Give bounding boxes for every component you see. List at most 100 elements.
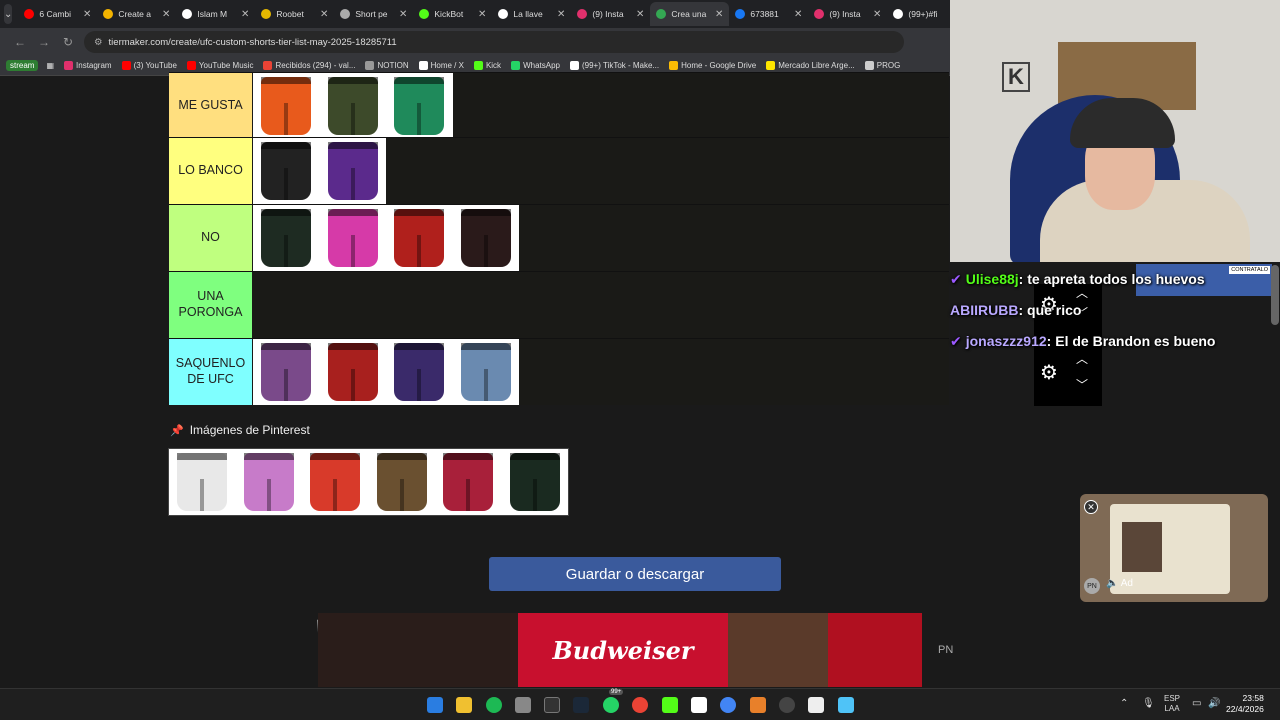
epic-games-icon[interactable] [544, 697, 560, 713]
app-icon[interactable] [750, 697, 766, 713]
browser-tab[interactable]: (9) Insta ✕ [808, 2, 887, 26]
site-info-icon[interactable]: ⚙ [94, 37, 103, 48]
chat-username[interactable]: Ulise88j [966, 271, 1019, 287]
white-red-short[interactable] [302, 449, 369, 515]
red-gold-short[interactable] [319, 339, 386, 405]
tier-label[interactable]: SAQUENLO DE UFC [169, 339, 252, 405]
kick-icon[interactable] [662, 697, 678, 713]
tier-row: NO [169, 204, 949, 271]
red-black-short[interactable] [435, 449, 502, 515]
browser-tab[interactable]: 673881 ✕ [729, 2, 808, 26]
browser-tab[interactable]: KickBot ✕ [413, 2, 492, 26]
blue-red-short[interactable] [452, 339, 519, 405]
start-icon[interactable] [427, 697, 443, 713]
save-download-button[interactable]: Guardar o descargar [489, 557, 781, 591]
ad-banner[interactable]: Budweiser [318, 613, 922, 687]
close-icon[interactable]: ✕ [1084, 500, 1098, 514]
browser-tab[interactable]: Crea una ✕ [650, 2, 730, 26]
browser-tab[interactable]: Short pe ✕ [334, 2, 413, 26]
bookmark-item[interactable]: NOTION [365, 61, 409, 70]
steam-icon[interactable] [573, 697, 589, 713]
tray-chevron-icon[interactable]: ⌃ [1120, 698, 1128, 710]
camo-gold-short[interactable] [368, 449, 435, 515]
purple-short[interactable] [319, 138, 386, 204]
red-short[interactable] [386, 205, 453, 271]
black-green-short[interactable] [501, 449, 568, 515]
bookmark-item[interactable]: Mercado Libre Arge... [766, 61, 855, 70]
bookmark-item[interactable]: YouTube Music [186, 61, 253, 70]
microphone-icon[interactable]: 🎙 [1142, 698, 1155, 710]
black-red-short[interactable] [452, 205, 519, 271]
store-icon[interactable] [515, 697, 531, 713]
apps-grid-icon[interactable]: ▦ [46, 61, 54, 70]
close-icon[interactable]: ✕ [873, 9, 881, 20]
close-icon[interactable]: ✕ [715, 9, 723, 20]
bookmark-item[interactable]: WhatsApp [511, 61, 560, 70]
notion-icon[interactable] [691, 697, 707, 713]
camo-short[interactable] [319, 73, 386, 139]
bookmark-item[interactable]: (99+) TikTok - Make... [569, 61, 659, 70]
close-icon[interactable]: ✕ [83, 9, 91, 20]
volume-icon[interactable]: 🔊 [1208, 698, 1220, 710]
language-indicator[interactable]: ESP LAA [1164, 694, 1180, 713]
tab-label: (9) Insta [592, 9, 624, 19]
floral-short[interactable] [253, 339, 320, 405]
tab-search-button[interactable]: ⌄ [4, 4, 13, 24]
notepad-icon[interactable] [838, 697, 854, 713]
close-icon[interactable]: ✕ [162, 9, 170, 20]
bookmark-item[interactable]: Kick [473, 61, 501, 70]
orange-short[interactable] [253, 73, 320, 139]
close-icon[interactable]: ✕ [478, 9, 486, 20]
bookmark-item[interactable]: Instagram [64, 61, 112, 70]
browser-tab[interactable]: Create a ✕ [97, 2, 176, 26]
black-green-short[interactable] [253, 205, 320, 271]
close-icon[interactable]: ✕ [794, 9, 802, 20]
bookmark-item[interactable]: Recibidos (294) - val... [263, 61, 355, 70]
tier-label[interactable]: LO BANCO [169, 138, 252, 204]
mexico-short[interactable] [386, 339, 453, 405]
region-text: LAA [1164, 703, 1180, 713]
chat-username[interactable]: jonaszzz912 [966, 333, 1047, 349]
chrome-icon[interactable] [632, 697, 648, 713]
bookmark-icon [365, 61, 375, 70]
close-icon[interactable]: ✕ [399, 9, 407, 20]
close-icon[interactable]: ✕ [636, 9, 644, 20]
stream-chip[interactable]: stream [6, 60, 39, 71]
chrome-active-icon[interactable] [720, 697, 736, 713]
url-input[interactable]: ⚙ tiermaker.com/create/ufc-custom-shorts… [84, 31, 904, 53]
browser-tab[interactable]: Roobet ✕ [255, 2, 334, 26]
tier-label[interactable]: UNA PORONGA [169, 272, 252, 338]
chat-message: ABIIRUBB: que rico [950, 302, 1081, 318]
tier-label[interactable]: ME GUSTA [169, 73, 252, 139]
whatsapp-icon[interactable] [603, 697, 619, 713]
close-icon[interactable]: ✕ [557, 9, 565, 20]
reload-icon[interactable]: ↻ [56, 35, 80, 49]
close-icon[interactable]: ✕ [241, 9, 249, 20]
back-icon[interactable]: ← [8, 35, 32, 49]
capcut-icon[interactable] [808, 697, 824, 713]
spotify-icon[interactable] [486, 697, 502, 713]
bookmark-item[interactable]: PROG [864, 61, 900, 70]
black-short[interactable] [253, 138, 320, 204]
chat-separator: : [1046, 333, 1056, 349]
pink-short[interactable] [319, 205, 386, 271]
bookmark-item[interactable]: Home / X [418, 61, 464, 70]
bookmark-item[interactable]: (3) YouTube [121, 61, 177, 70]
white-black-short[interactable] [169, 449, 236, 515]
tier-label[interactable]: NO [169, 205, 252, 271]
bookmark-item[interactable]: Home - Google Drive [669, 61, 756, 70]
close-icon[interactable]: ✕ [320, 9, 328, 20]
forward-icon[interactable]: → [32, 35, 56, 49]
file-explorer-icon[interactable] [456, 697, 472, 713]
network-icon[interactable]: ▭ [1192, 698, 1201, 710]
browser-tab[interactable]: Islam M ✕ [176, 2, 255, 26]
clock[interactable]: 23:58 22/4/2026 [1226, 693, 1264, 715]
browser-tab[interactable]: La llave ✕ [492, 2, 571, 26]
obs-icon[interactable] [779, 697, 795, 713]
green-short[interactable] [386, 73, 453, 139]
browser-tab[interactable]: 6 Cambi ✕ [18, 2, 97, 26]
tab-favicon-icon [340, 9, 351, 19]
floral-pink-short[interactable] [235, 449, 302, 515]
chat-username[interactable]: ABIIRUBB [950, 302, 1018, 318]
browser-tab[interactable]: (9) Insta ✕ [571, 2, 650, 26]
